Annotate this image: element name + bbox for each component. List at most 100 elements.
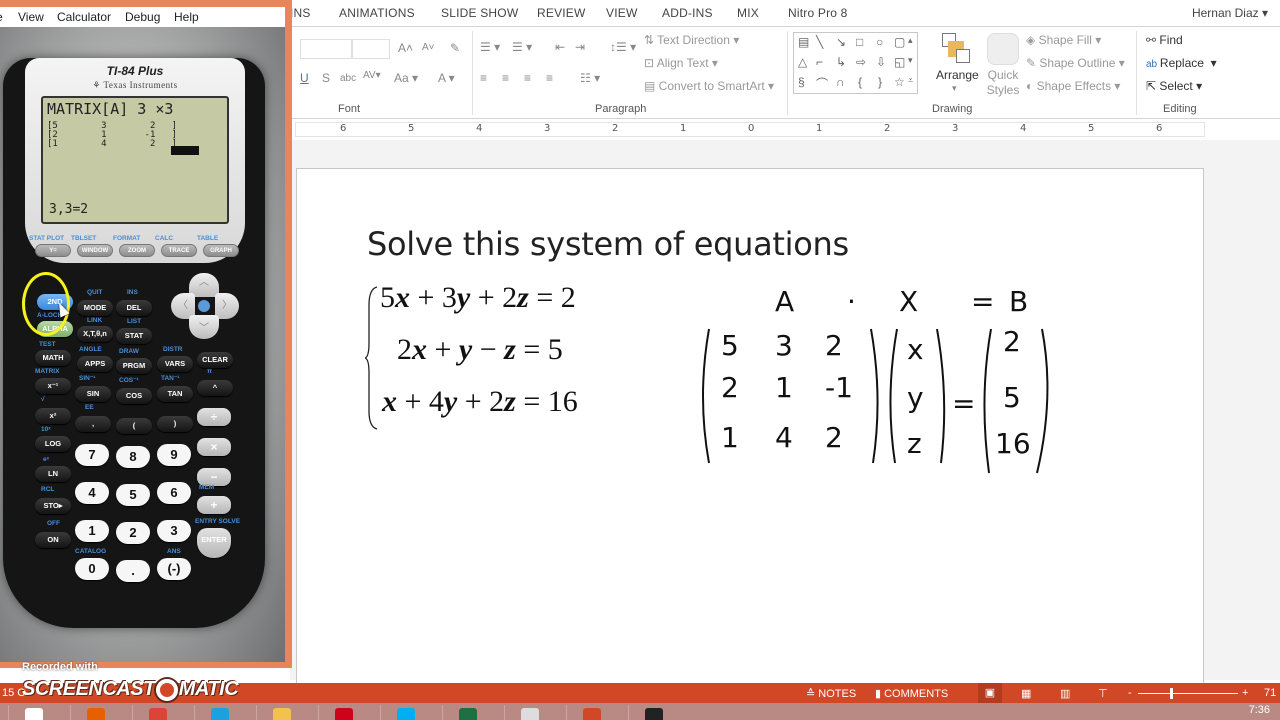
arc-shape-icon[interactable]: ⌒: [816, 75, 828, 92]
key-digit[interactable]: 3: [157, 520, 191, 542]
font-size-combo[interactable]: [352, 39, 390, 59]
tab-slide-show[interactable]: SLIDE SHOW: [441, 6, 518, 20]
tab-transitions[interactable]: INS: [290, 6, 311, 20]
key-digit[interactable]: 8: [116, 446, 150, 468]
rounded-rect-shape-icon[interactable]: ▢: [894, 35, 905, 49]
rectangle-shape-icon[interactable]: □: [856, 35, 863, 49]
justify-icon[interactable]: ≡: [546, 71, 553, 85]
key-multiply[interactable]: ×: [197, 438, 231, 456]
convert-smartart-button[interactable]: ▤ Convert to SmartArt ▾: [644, 79, 774, 93]
key-digit[interactable]: (-): [157, 558, 191, 580]
left-brace-shape-icon[interactable]: {: [858, 75, 862, 89]
shapes-gallery[interactable]: ▤ ╲ ↘ □ ○ ▢ △ ⌐ ↳ ⇨ ⇩ ◱ § ⌒ ∩ { } ☆ ▴ ▾: [793, 32, 918, 94]
gallery-up-icon[interactable]: ▴: [908, 35, 913, 46]
find-button[interactable]: ⚯ Find: [1146, 33, 1183, 47]
key-ln[interactable]: LN: [35, 466, 71, 482]
menu-help[interactable]: Help: [174, 10, 199, 24]
key-digit[interactable]: 2: [116, 522, 150, 544]
line-spacing-icon[interactable]: ↕☰ ▾: [610, 40, 636, 54]
textbox-shape-icon[interactable]: ▤: [798, 35, 809, 49]
key-prgm[interactable]: PRGM: [116, 358, 152, 374]
slide-sorter-icon[interactable]: ▦: [1021, 687, 1031, 700]
key-digit[interactable]: 4: [75, 482, 109, 504]
zoom-in-button[interactable]: +: [1242, 687, 1248, 699]
taskbar-screen-capture[interactable]: [628, 705, 680, 720]
shape-outline-button[interactable]: ✎ Shape Outline ▾: [1026, 56, 1125, 70]
key-trace[interactable]: TRACE: [161, 244, 197, 257]
reading-view-icon[interactable]: ▥: [1060, 687, 1070, 700]
key-divide[interactable]: ÷: [197, 408, 231, 426]
zoom-out-button[interactable]: -: [1128, 687, 1132, 699]
decrease-indent-icon[interactable]: ⇤: [555, 40, 565, 54]
key-zoom[interactable]: ZOOM: [119, 244, 155, 257]
oval-shape-icon[interactable]: ○: [876, 35, 883, 49]
grow-font-icon[interactable]: A˄: [398, 41, 413, 55]
tab-nitro[interactable]: Nitro Pro 8: [788, 6, 848, 20]
slide-show-icon[interactable]: ⊤: [1098, 687, 1108, 700]
snip-rect-shape-icon[interactable]: ◱: [894, 55, 905, 69]
columns-icon[interactable]: ☷ ▾: [580, 71, 600, 85]
menu-calculator[interactable]: Calculator: [57, 10, 111, 24]
key-log[interactable]: LOG: [35, 436, 71, 452]
key-y[interactable]: Y=: [35, 244, 71, 257]
taskbar-firefox[interactable]: [70, 705, 122, 720]
key-clear[interactable]: CLEAR: [197, 352, 233, 368]
taskbar-powerpoint[interactable]: [566, 705, 618, 720]
down-arrow-shape-icon[interactable]: ⇩: [876, 55, 886, 69]
arrow-down-key[interactable]: ﹀: [189, 315, 219, 339]
tab-animations[interactable]: ANIMATIONS: [339, 6, 415, 20]
key-rparen[interactable]: ): [157, 416, 193, 432]
shape-fill-button[interactable]: ◈ Shape Fill ▾: [1026, 33, 1101, 47]
right-arrow-shape-icon[interactable]: ⇨: [856, 55, 866, 69]
key-on[interactable]: ON: [35, 532, 71, 548]
arrange-button[interactable]: Arrange: [936, 68, 979, 82]
key-window[interactable]: WINDOW: [77, 244, 113, 257]
font-color-icon[interactable]: A ▾: [438, 71, 455, 85]
key-math[interactable]: MATH: [35, 350, 71, 366]
notes-button[interactable]: ≙ NOTES: [806, 687, 856, 700]
curve-shape-icon[interactable]: ∩: [836, 75, 845, 89]
increase-indent-icon[interactable]: ⇥: [575, 40, 585, 54]
underline-icon[interactable]: U: [300, 71, 309, 85]
user-account[interactable]: Hernan Diaz ▾: [1192, 6, 1268, 20]
text-direction-button[interactable]: ⇅ Text Direction ▾: [644, 33, 739, 47]
key-del[interactable]: DEL: [116, 300, 152, 316]
tab-add-ins[interactable]: ADD-INS: [662, 6, 713, 20]
freeform-shape-icon[interactable]: §: [798, 75, 805, 89]
right-brace-shape-icon[interactable]: }: [878, 75, 882, 89]
triangle-shape-icon[interactable]: △: [798, 55, 807, 69]
key-sto[interactable]: STO▸: [35, 498, 71, 514]
elbow-arrow-icon[interactable]: ↳: [836, 55, 846, 69]
gallery-down-icon[interactable]: ▾: [908, 55, 913, 66]
taskbar-file-explorer[interactable]: [256, 705, 308, 720]
bullets-icon[interactable]: ☰ ▾: [480, 40, 500, 54]
key-sin[interactable]: SIN: [75, 386, 111, 402]
char-spacing-icon[interactable]: AV▾: [363, 70, 381, 81]
key-plus[interactable]: +: [197, 496, 231, 514]
replace-button[interactable]: ab Replace ▾: [1146, 56, 1217, 70]
elbow-connector-icon[interactable]: ⌐: [816, 55, 823, 69]
key-digit[interactable]: 9: [157, 444, 191, 466]
key-lparen[interactable]: (: [116, 418, 152, 434]
key-digit[interactable]: 0: [75, 558, 109, 580]
zoom-level[interactable]: 71: [1264, 687, 1276, 699]
key-digit[interactable]: .: [116, 560, 150, 582]
taskbar-calculator-emulator[interactable]: [504, 705, 556, 720]
taskbar-skype[interactable]: [380, 705, 432, 720]
key-power[interactable]: ^: [197, 380, 233, 396]
strikethrough-icon[interactable]: abc: [340, 73, 356, 84]
gallery-more-icon[interactable]: ⩡: [908, 75, 913, 86]
align-center-icon[interactable]: ≡: [502, 71, 509, 85]
key-stat[interactable]: STAT: [116, 328, 152, 344]
key-inverse[interactable]: x⁻¹: [35, 378, 71, 394]
tab-view[interactable]: VIEW: [606, 6, 637, 20]
key-enter[interactable]: ENTER: [197, 528, 231, 558]
shadow-icon[interactable]: S: [322, 71, 330, 85]
key-mode[interactable]: MODE: [77, 300, 113, 316]
key-tan[interactable]: TAN: [157, 386, 193, 402]
key-digit[interactable]: 6: [157, 482, 191, 504]
key-digit[interactable]: 7: [75, 444, 109, 466]
shape-effects-button[interactable]: ◐ Shape Effects ▾: [1026, 79, 1120, 93]
arrow-line-shape-icon[interactable]: ↘: [836, 35, 846, 49]
line-shape-icon[interactable]: ╲: [816, 35, 823, 49]
